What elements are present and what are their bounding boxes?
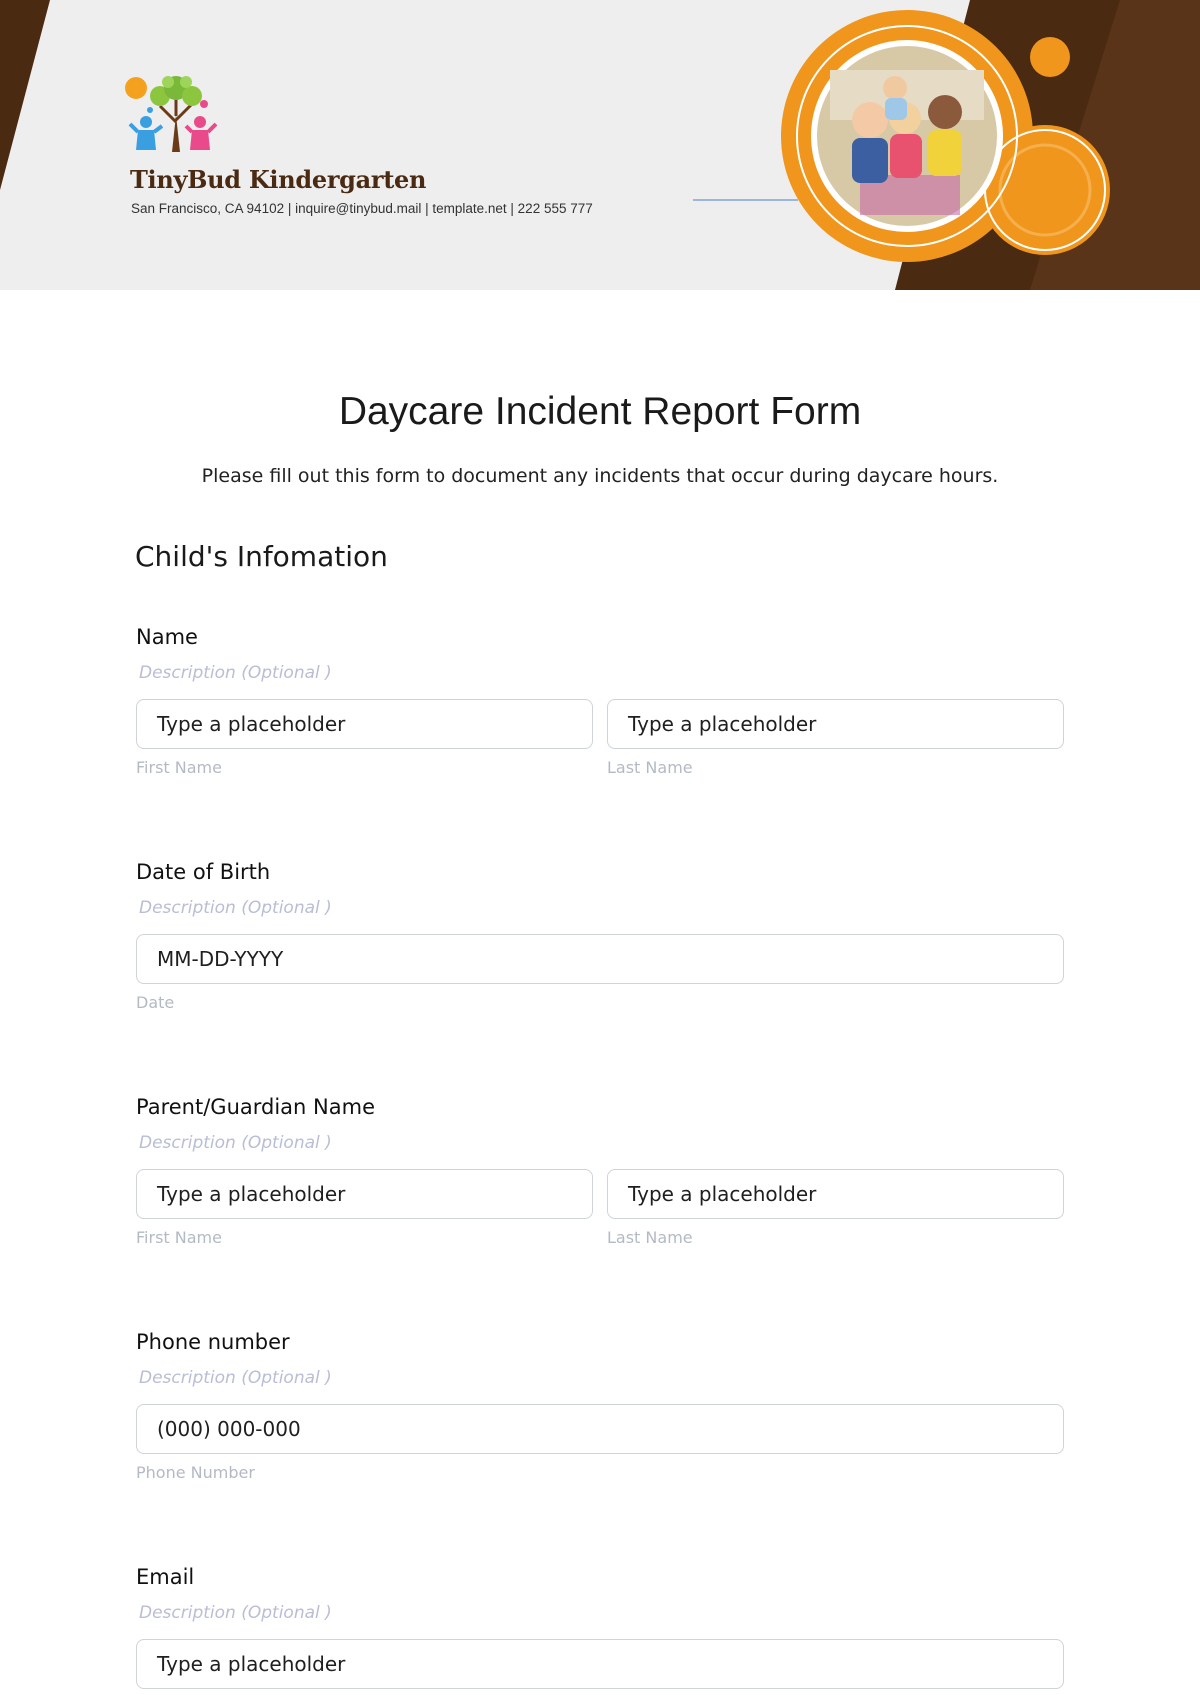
input-sublabel: First Name [136,758,222,777]
photo-circles [781,10,1110,262]
input-sublabel: Date [136,993,175,1012]
header-banner: TinyBud Kindergarten San Francisco, CA 9… [0,0,1200,290]
child-last-name-input[interactable]: Type a placeholder [607,699,1064,749]
field-email: Email Description (Optional ) Type a pla… [136,1562,1064,1689]
field-label: Phone number [136,1330,290,1354]
field-phone-number: Phone number Description (Optional ) (00… [136,1327,1064,1484]
field-description: Description (Optional ) [139,1603,332,1623]
field-label: Name [136,625,198,649]
page-title: Daycare Incident Report Form [338,390,862,433]
input-sublabel: Last Name [607,1228,693,1247]
field-description: Description (Optional ) [139,1368,332,1388]
input-sublabel: Phone Number [136,1463,255,1482]
page-subtitle: Please fill out this form to document an… [201,465,999,487]
input-sublabel: First Name [136,1228,222,1247]
date-of-birth-input[interactable]: MM-DD-YYYY [136,934,1064,984]
email-input[interactable]: Type a placeholder [136,1639,1064,1689]
field-label: Date of Birth [136,860,271,884]
phone-number-input[interactable]: (000) 000-000 [136,1404,1064,1454]
field-label: Parent/Guardian Name [136,1095,375,1119]
field-label: Email [136,1565,195,1589]
guardian-first-name-input[interactable]: Type a placeholder [136,1169,593,1219]
field-date-of-birth: Date of Birth Description (Optional ) MM… [136,857,1064,1014]
child-first-name-input[interactable]: Type a placeholder [136,699,593,749]
section-title-child-info: Child's Infomation [135,540,388,573]
field-description: Description (Optional ) [139,898,332,918]
field-description: Description (Optional ) [139,1133,332,1153]
field-name: Name Description (Optional ) Type a plac… [136,622,1064,779]
field-guardian-name: Parent/Guardian Name Description (Option… [136,1092,1064,1249]
input-sublabel: Last Name [607,758,693,777]
field-description: Description (Optional ) [139,663,332,683]
guardian-last-name-input[interactable]: Type a placeholder [607,1169,1064,1219]
